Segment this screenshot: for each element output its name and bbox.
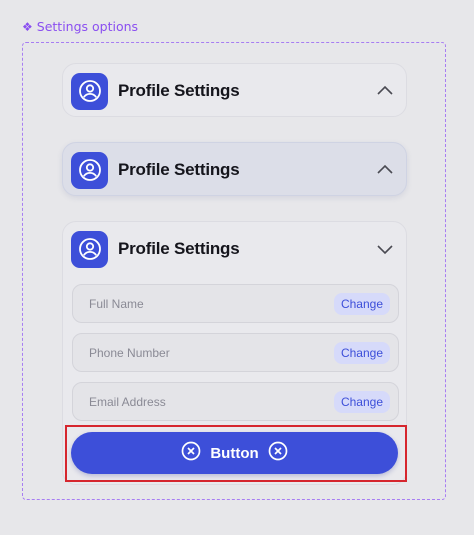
card-header[interactable]: Profile Settings xyxy=(71,151,396,189)
diamond-component-icon: ❖ xyxy=(22,19,33,34)
profile-settings-card-collapsed[interactable]: Profile Settings xyxy=(62,63,407,117)
card-header[interactable]: Profile Settings xyxy=(71,230,396,268)
chevron-up-icon[interactable] xyxy=(374,159,396,181)
primary-button-label: Button xyxy=(210,444,259,462)
chevron-up-icon[interactable] xyxy=(374,80,396,102)
profile-settings-card-hover[interactable]: Profile Settings xyxy=(62,142,407,196)
full-name-placeholder: Full Name xyxy=(89,296,144,311)
close-circle-icon xyxy=(268,441,288,465)
user-avatar-icon xyxy=(71,230,108,268)
card-title: Profile Settings xyxy=(118,239,240,258)
card-title: Profile Settings xyxy=(118,160,240,179)
primary-button[interactable]: Button xyxy=(71,432,398,474)
card-header[interactable]: Profile Settings xyxy=(71,72,396,110)
email-address-placeholder: Email Address xyxy=(89,394,166,409)
chevron-down-icon[interactable] xyxy=(374,238,396,260)
frame-label-text: Settings options xyxy=(36,19,139,34)
change-full-name-button[interactable]: Change xyxy=(333,292,390,315)
close-circle-icon xyxy=(181,441,201,465)
phone-number-field[interactable]: Phone Number Change xyxy=(72,333,399,372)
frame-label: ❖ Settings options xyxy=(22,19,138,34)
user-avatar-icon xyxy=(71,151,108,189)
change-email-address-button[interactable]: Change xyxy=(333,390,390,413)
email-address-field[interactable]: Email Address Change xyxy=(72,382,399,421)
card-title: Profile Settings xyxy=(118,81,240,100)
phone-number-placeholder: Phone Number xyxy=(89,345,170,360)
change-phone-number-button[interactable]: Change xyxy=(333,341,390,364)
full-name-field[interactable]: Full Name Change xyxy=(72,284,399,323)
user-avatar-icon xyxy=(71,72,108,110)
